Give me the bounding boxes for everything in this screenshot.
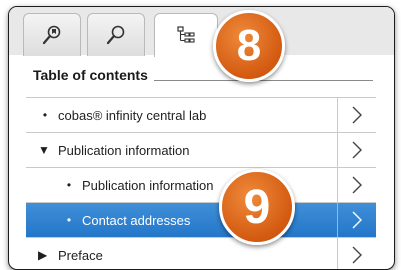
- toc-item-label: Contact addresses: [82, 212, 191, 228]
- callout-badge-8: 8: [213, 10, 285, 82]
- toc-item-label: Publication information: [58, 142, 190, 158]
- toc-item-publication-information-sub[interactable]: • Publication information: [26, 168, 376, 203]
- expand-triangle-icon[interactable]: ▶: [38, 248, 56, 262]
- expand-chevron-button[interactable]: [337, 133, 376, 167]
- expand-chevron-button[interactable]: [337, 203, 376, 237]
- toc-item-cobas-infinity[interactable]: • cobas® infinity central lab: [26, 98, 376, 133]
- chevron-right-icon: [352, 141, 362, 159]
- tab-table-of-contents[interactable]: [154, 13, 218, 57]
- chevron-right-icon: [352, 211, 362, 229]
- table-of-contents-icon: [175, 25, 197, 47]
- toc-item-preface[interactable]: ▶ Preface: [26, 238, 376, 269]
- expand-chevron-button[interactable]: [337, 98, 376, 132]
- toc-item-publication-information[interactable]: ▼ Publication information: [26, 133, 376, 168]
- toc-list: • cobas® infinity central lab ▼ Publicat…: [26, 97, 376, 269]
- toc-item-contact-addresses[interactable]: • Contact addresses: [26, 203, 376, 238]
- toc-item-label: cobas® infinity central lab: [58, 107, 207, 123]
- heading-divider: [153, 79, 373, 81]
- expand-chevron-button[interactable]: [337, 168, 376, 202]
- bullet-icon: •: [66, 178, 72, 192]
- tab-bookmark-search[interactable]: [23, 13, 81, 56]
- callout-badge-9: 9: [219, 169, 295, 245]
- chevron-right-icon: [352, 106, 362, 124]
- toc-item-label: Preface: [58, 247, 103, 263]
- tab-search[interactable]: [87, 13, 145, 56]
- toc-panel: Table of contents • cobas® infinity cent…: [8, 6, 395, 270]
- toc-heading: Table of contents: [33, 67, 148, 83]
- bullet-icon: •: [66, 213, 72, 227]
- search-icon: [105, 24, 127, 46]
- chevron-right-icon: [352, 176, 362, 194]
- toc-heading-row: Table of contents: [33, 65, 373, 85]
- tab-strip: [9, 7, 394, 57]
- expand-chevron-button[interactable]: [337, 238, 376, 269]
- toc-item-label: Publication information: [82, 177, 214, 193]
- collapse-triangle-icon[interactable]: ▼: [38, 143, 56, 157]
- chevron-right-icon: [352, 246, 362, 264]
- bullet-icon: •: [42, 108, 48, 122]
- bookmark-search-icon: [41, 24, 63, 46]
